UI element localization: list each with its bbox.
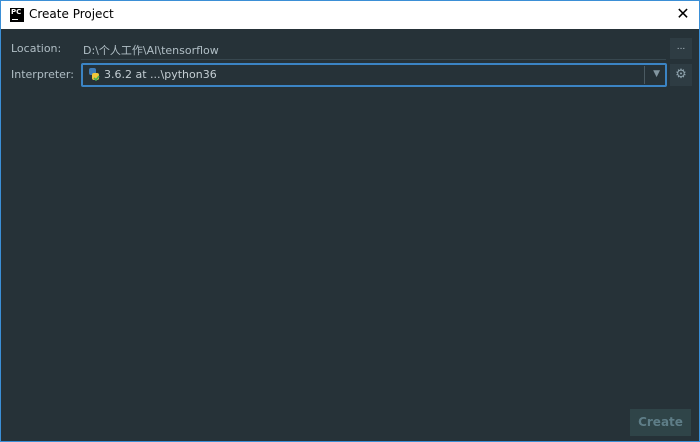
interpreter-settings-button[interactable]: ⚙: [670, 64, 692, 86]
create-project-dialog: PC Create Project ✕ Location: D:\个人工作\AI…: [0, 0, 700, 442]
close-button[interactable]: ✕: [673, 4, 693, 24]
browse-button[interactable]: ...: [670, 38, 692, 59]
interpreter-select[interactable]: 3.6.2 at ...\python36 ▼: [81, 63, 667, 87]
title-bar: PC Create Project ✕: [1, 1, 699, 29]
gear-icon: ⚙: [675, 67, 687, 82]
python-icon: [89, 68, 100, 81]
location-underline: [81, 59, 666, 60]
chevron-down-icon[interactable]: ▼: [653, 69, 660, 79]
interpreter-value: 3.6.2 at ...\python36: [104, 68, 217, 81]
interpreter-label: Interpreter:: [11, 68, 74, 81]
dialog-title: Create Project: [29, 7, 114, 21]
pycharm-logo-icon: PC: [10, 8, 24, 22]
location-input[interactable]: D:\个人工作\AI\tensorflow: [83, 42, 219, 58]
combo-separator: [644, 66, 645, 84]
create-button[interactable]: Create: [630, 409, 691, 436]
location-label: Location:: [11, 42, 62, 55]
